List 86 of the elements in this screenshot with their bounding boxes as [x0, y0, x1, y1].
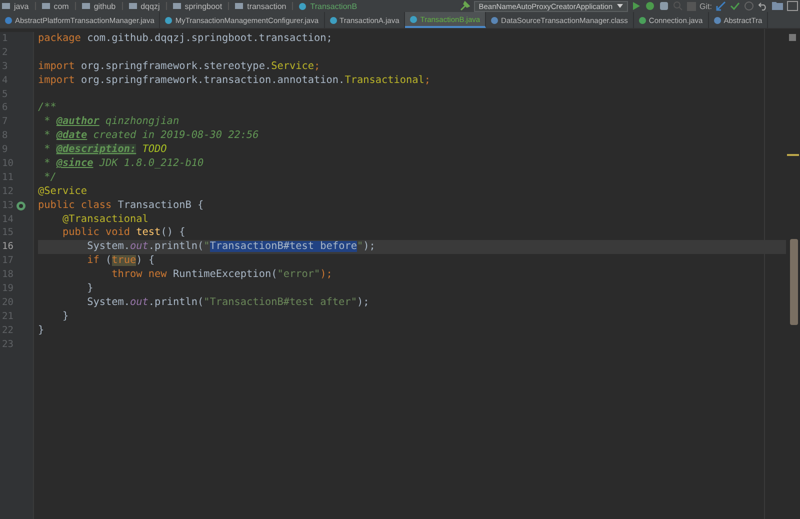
code-token: Service: [271, 60, 314, 72]
code-token: );: [320, 269, 332, 280]
file-type-icon: [5, 16, 12, 24]
code-token: import: [38, 74, 75, 86]
code-token: throw new: [110, 269, 167, 280]
code-token: (: [104, 255, 112, 266]
code-token: .println(: [148, 296, 204, 308]
code-token: com.github.dqqzj.springboot.transaction;: [86, 33, 332, 44]
breadcrumb-item[interactable]: TransactionB: [310, 2, 358, 10]
code-token: System.: [86, 241, 130, 252]
code-token: TransactionB {: [116, 200, 204, 211]
code-token: System.: [86, 296, 130, 308]
line-number: 16: [2, 240, 14, 254]
file-type-icon: [410, 16, 418, 22]
code-token: *: [43, 116, 52, 128]
run-icon[interactable]: [632, 1, 641, 11]
folder-icon: [172, 3, 181, 9]
code-token: );: [363, 241, 376, 252]
breadcrumb-item[interactable]: java: [14, 2, 29, 10]
code-token: "TransactionB#test after": [204, 296, 357, 308]
code-token: ": [356, 241, 364, 252]
code-token: *: [43, 158, 52, 170]
hammer-icon[interactable]: [460, 1, 470, 11]
undo-icon[interactable]: [758, 1, 768, 11]
file-type-icon: [330, 16, 337, 24]
breadcrumb-item[interactable]: dqqzj: [140, 2, 160, 10]
code-token: *: [43, 144, 52, 156]
code-token: .println(: [148, 241, 204, 252]
code-token: @Transactional: [62, 214, 148, 225]
code-token: test: [136, 227, 161, 238]
update-arrow-icon[interactable]: [716, 1, 726, 11]
code-token: TODO: [141, 144, 167, 156]
code-token: }: [38, 324, 44, 336]
code-token: JDK 1.8.0_212-b10: [98, 158, 204, 170]
code-token: out: [130, 241, 148, 252]
breadcrumb-item[interactable]: github: [94, 2, 116, 10]
code-token: );: [356, 296, 370, 308]
folder-icon: [235, 3, 244, 9]
code-token: org.springframework.stereotype.: [80, 60, 272, 72]
code-token: ": [204, 241, 210, 252]
code-token: package: [38, 33, 81, 44]
code-token: /**: [38, 102, 56, 114]
breadcrumb-item[interactable]: transaction: [247, 2, 286, 10]
code-token: import: [38, 60, 75, 72]
code-token: }: [86, 283, 94, 294]
code-token: () {: [160, 227, 186, 238]
caret-icon: [616, 4, 623, 8]
breadcrumb-item[interactable]: com: [54, 2, 69, 10]
code-token: @description:: [56, 144, 136, 156]
bean-icon[interactable]: [16, 200, 26, 211]
code-token: *: [43, 130, 52, 142]
code-token: ) {: [136, 255, 155, 266]
breadcrumb-item[interactable]: springboot: [184, 2, 222, 10]
folder-icon: [82, 3, 90, 9]
window-icon[interactable]: [787, 1, 798, 11]
file-type-icon: [638, 16, 646, 24]
code-token: qinzhongjian: [104, 116, 180, 128]
file-type-icon: [714, 16, 721, 24]
code-token: */: [43, 172, 56, 183]
code-token: public void: [62, 227, 132, 238]
code-token: Transactional: [344, 74, 424, 86]
file-type-icon: [165, 16, 172, 24]
code-token: @author: [56, 116, 100, 128]
vcs-label: Git:: [700, 2, 712, 10]
code-token: RuntimeException(: [172, 269, 278, 280]
code-token: true: [112, 255, 136, 266]
checkmark-icon[interactable]: [730, 1, 740, 11]
folder-icon: [42, 3, 50, 9]
code-token: @Service: [38, 186, 88, 197]
code-token: created in 2019-08-30 22:56: [92, 130, 259, 142]
code-token: }: [62, 310, 69, 322]
code-token: "error": [277, 269, 320, 280]
code-token: ;: [424, 74, 431, 86]
code-token: @date: [56, 130, 88, 142]
code-token: if: [86, 255, 100, 266]
code-token: out: [130, 296, 148, 308]
class-icon: [299, 2, 306, 10]
code-token: public class: [38, 200, 112, 211]
file-type-icon: [491, 16, 498, 24]
code-token: ;: [314, 60, 320, 72]
code-token: TransactionB#test before: [210, 241, 357, 252]
folder-icon: [2, 3, 10, 9]
code-token: @since: [56, 158, 94, 170]
folder-icon: [128, 3, 137, 9]
scrollbar-thumb[interactable]: [790, 239, 798, 325]
code-token: org.springframework.transaction.annotation.: [80, 74, 345, 86]
